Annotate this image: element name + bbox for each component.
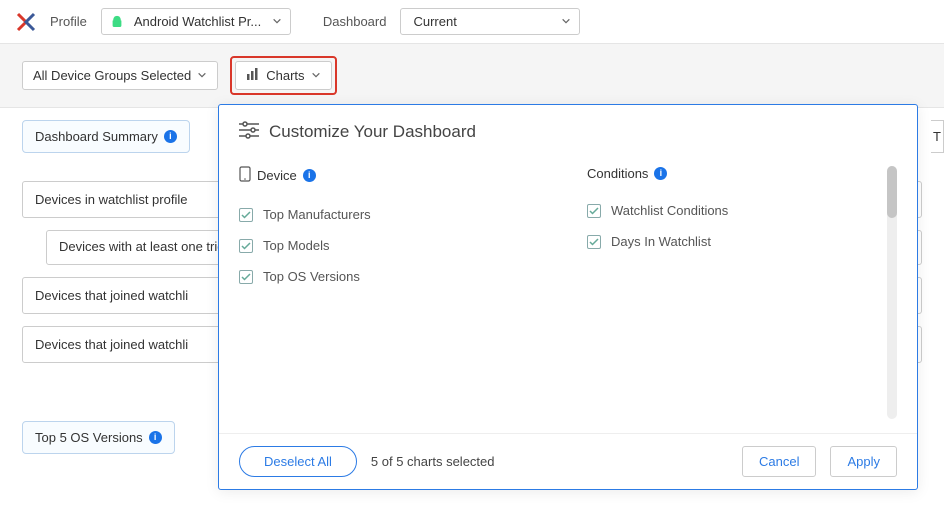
side-tab-truncated[interactable]: T [931,120,944,153]
conditions-column-header: Conditions i [587,166,875,181]
device-header-label: Device [257,168,297,183]
toolbar: All Device Groups Selected Charts [0,44,944,108]
profile-dropdown[interactable]: Android Watchlist Pr... [101,8,291,35]
checkbox-icon [239,239,253,253]
checkbox-icon [239,208,253,222]
device-column: Device i Top Manufacturers Top Models To… [239,166,527,419]
modal-title: Customize Your Dashboard [269,122,476,142]
profile-value: Android Watchlist Pr... [130,14,266,29]
checkbox-label: Top Manufacturers [263,207,371,222]
info-icon: i [164,130,177,143]
checkbox-icon [239,270,253,284]
dashboard-value: Current [409,14,555,29]
charts-button-highlight: Charts [230,56,336,95]
device-groups-label: All Device Groups Selected [33,68,191,83]
checkbox-label: Top Models [263,238,329,253]
selection-status: 5 of 5 charts selected [371,454,495,469]
app-logo [14,10,38,34]
modal-header: Customize Your Dashboard [219,105,917,152]
deselect-all-button[interactable]: Deselect All [239,446,357,477]
checkbox-icon [587,204,601,218]
checkbox-watchlist-conditions[interactable]: Watchlist Conditions [587,195,875,226]
bar-chart-icon [246,68,260,83]
customize-dashboard-modal: Customize Your Dashboard Device i Top Ma… [218,104,918,490]
tab-top-os-versions[interactable]: Top 5 OS Versions i [22,421,175,454]
dashboard-dropdown[interactable]: Current [400,8,580,35]
device-groups-dropdown[interactable]: All Device Groups Selected [22,61,218,90]
cancel-button[interactable]: Cancel [742,446,816,477]
scrollbar-thumb[interactable] [887,166,897,218]
checkbox-top-manufacturers[interactable]: Top Manufacturers [239,199,527,230]
checkbox-label: Watchlist Conditions [611,203,728,218]
info-icon: i [654,167,667,180]
apply-button[interactable]: Apply [830,446,897,477]
info-icon: i [303,169,316,182]
tab-dashboard-summary[interactable]: Dashboard Summary i [22,120,190,153]
top-bar: Profile Android Watchlist Pr... Dashboar… [0,0,944,44]
profile-label: Profile [50,14,87,29]
device-column-header: Device i [239,166,527,185]
charts-button[interactable]: Charts [235,61,331,90]
checkbox-top-models[interactable]: Top Models [239,230,527,261]
chevron-down-icon [311,68,321,83]
conditions-column: Conditions i Watchlist Conditions Days I… [587,166,875,419]
checkbox-label: Top OS Versions [263,269,360,284]
charts-label: Charts [266,68,304,83]
conditions-header-label: Conditions [587,166,648,181]
dashboard-label: Dashboard [323,14,387,29]
device-icon [239,166,251,185]
modal-body: Device i Top Manufacturers Top Models To… [219,152,917,433]
checkbox-top-os-versions[interactable]: Top OS Versions [239,261,527,292]
modal-scrollbar[interactable] [887,166,897,419]
checkbox-days-in-watchlist[interactable]: Days In Watchlist [587,226,875,257]
tab-label: Top 5 OS Versions [35,430,143,445]
checkbox-label: Days In Watchlist [611,234,711,249]
android-icon [110,15,124,29]
info-icon: i [149,431,162,444]
sliders-icon [239,121,259,142]
modal-footer: Deselect All 5 of 5 charts selected Canc… [219,433,917,489]
chevron-down-icon [197,68,207,83]
checkbox-icon [587,235,601,249]
chevron-down-icon [561,14,571,29]
tab-label: Dashboard Summary [35,129,158,144]
chevron-down-icon [272,14,282,29]
